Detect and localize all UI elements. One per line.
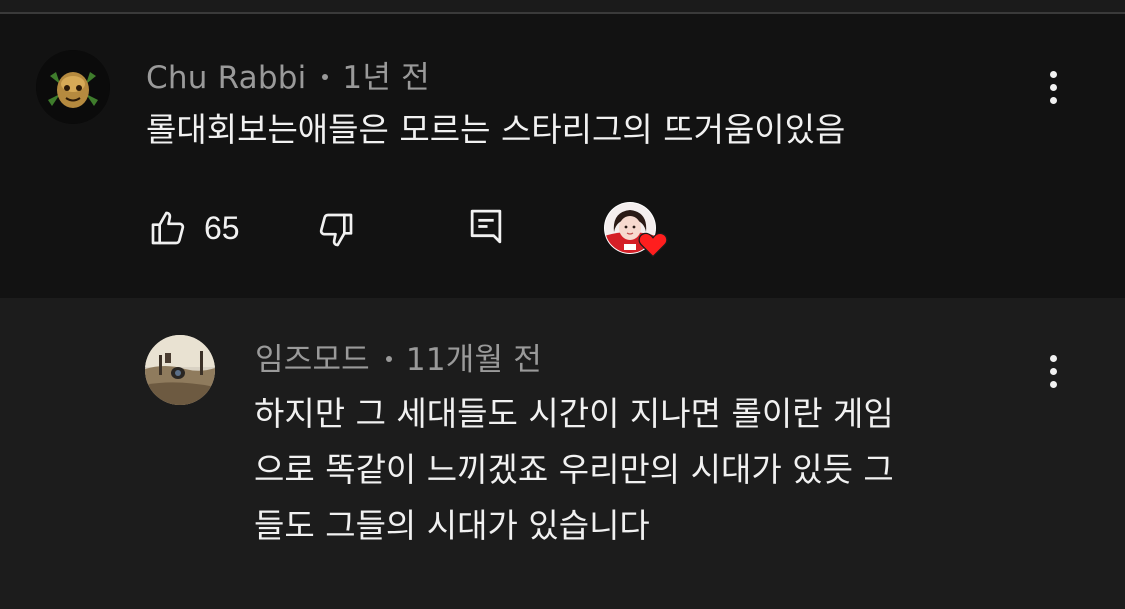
separator-dot [322,73,329,80]
more-vertical-icon[interactable] [1038,67,1068,107]
comment-time: 11개월 전 [405,342,542,378]
reply-text-line: 들도 그들의 시대가 있습니다 [254,506,650,545]
green-creature-avatar-icon [36,50,110,124]
author-avatar[interactable] [36,50,110,124]
creator-heart-icon [638,232,668,258]
reply-button[interactable] [467,208,505,248]
more-vertical-icon[interactable] [1038,351,1068,391]
thumbs-up-icon [151,211,185,245]
author-name[interactable]: Chu Rabbi [146,60,306,96]
author-avatar[interactable] [145,335,215,405]
author-name[interactable]: 임즈모드 [255,342,370,378]
like-button[interactable]: 65 [148,208,240,248]
comment-meta: Chu Rabbi 1년 전 [146,52,430,97]
thumbs-down-icon [319,213,353,247]
reply-comment-icon [470,209,502,244]
comment-time: 1년 전 [342,60,430,96]
reply-meta: 임즈모드 11개월 전 [255,334,542,379]
comment-text: 롤대회보는애들은 모르는 스타리그의 뜨거움이있음 [146,110,846,149]
reply-text-line: 하지만 그 세대들도 시간이 지나면 롤이란 게임 [254,394,894,433]
creator-heart-badge [604,202,668,262]
separator-dot [385,355,392,362]
reply-text: 하지만 그 세대들도 시간이 지나면 롤이란 게임 으로 똑같이 느끼겠죠 우리… [254,386,894,554]
reply-text-line: 으로 똑같이 느끼겠죠 우리만의 시대가 있듯 그 [254,450,894,489]
landscape-photo-avatar-icon [145,335,215,405]
like-count: 65 [204,209,240,246]
reply-thread: 임즈모드 11개월 전 하지만 그 세대들도 시간이 지나면 롤이란 게임 으로 … [0,298,1125,609]
comment-thread: Chu Rabbi 1년 전 롤대회보는애들은 모르는 스타리그의 뜨거움이있음 … [0,14,1125,298]
dislike-button[interactable] [316,210,356,250]
top-divider [0,0,1125,14]
